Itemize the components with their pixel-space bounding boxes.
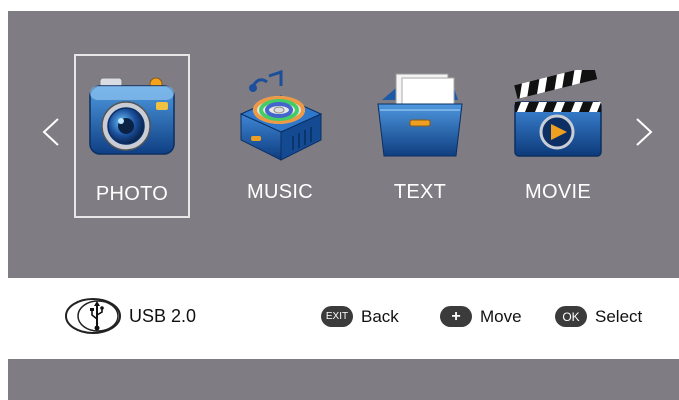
previous-arrow-icon[interactable] bbox=[36, 102, 66, 162]
folder-icon bbox=[377, 73, 463, 157]
music-player-icon bbox=[239, 70, 323, 161]
menu-item-label: MUSIC bbox=[247, 181, 313, 203]
move-key-icon: + bbox=[440, 306, 472, 327]
usb-source-indicator: USB 2.0 bbox=[64, 296, 196, 336]
hint-back-label: Back bbox=[361, 306, 399, 326]
hint-back: EXIT Back bbox=[321, 306, 399, 327]
menu-item-text[interactable]: TEXT bbox=[362, 54, 478, 218]
usb-source-label: USB 2.0 bbox=[129, 305, 197, 326]
hint-move: + Move bbox=[440, 306, 522, 327]
next-arrow-icon[interactable] bbox=[629, 102, 659, 162]
menu-item-music[interactable]: MUSIC bbox=[222, 54, 338, 218]
menu-item-label: PHOTO bbox=[95, 183, 169, 205]
menu-item-label: MOVIE bbox=[525, 181, 591, 203]
camera-icon bbox=[89, 77, 175, 155]
menu-item-photo[interactable]: PHOTO bbox=[74, 54, 190, 218]
usb-icon bbox=[65, 298, 121, 334]
ok-key-icon: OK bbox=[555, 306, 587, 327]
clapperboard-icon bbox=[514, 70, 602, 157]
hint-move-label: Move bbox=[480, 306, 522, 326]
exit-key-icon: EXIT bbox=[321, 306, 353, 327]
menu-item-movie[interactable]: MOVIE bbox=[500, 54, 616, 218]
hint-select-label: Select bbox=[595, 306, 643, 326]
menu-item-label: TEXT bbox=[393, 181, 447, 203]
hint-select: OK Select bbox=[555, 306, 642, 327]
bottom-info-bar bbox=[8, 359, 679, 400]
